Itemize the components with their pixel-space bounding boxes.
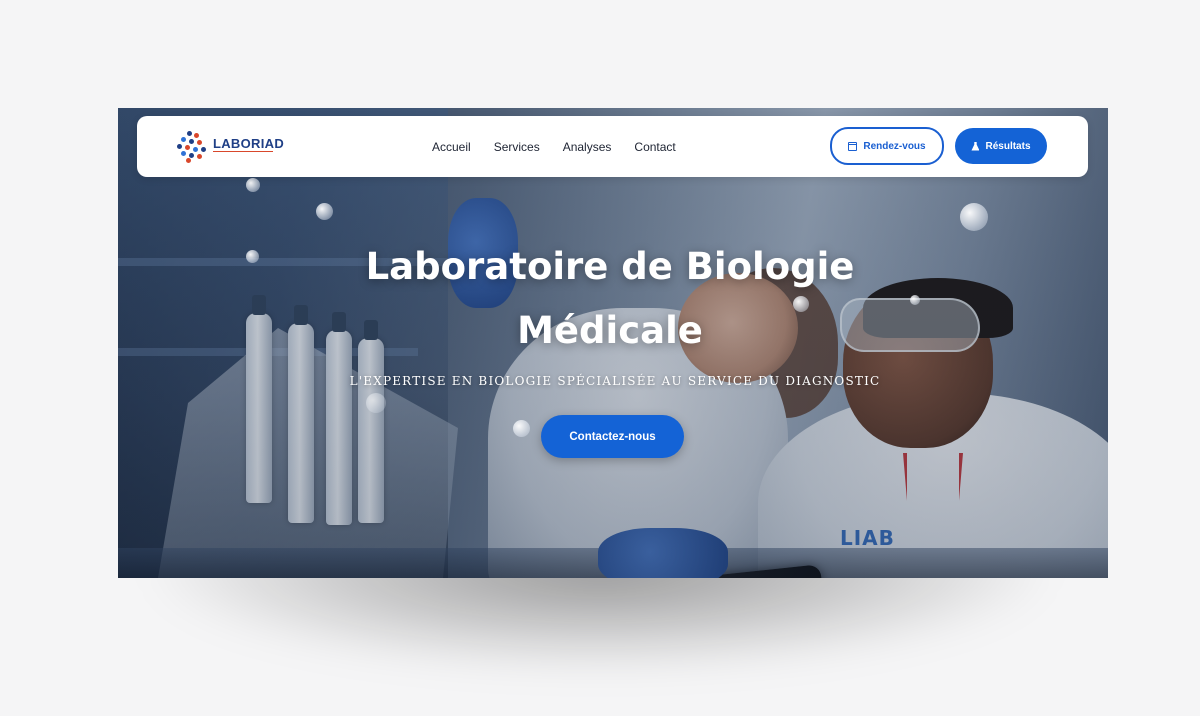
navbar: LABORIAD Accueil Services Analyses Conta…	[137, 116, 1088, 177]
hero-subtitle: L'EXPERTISE EN BIOLOGIE SPÉCIALISÉE AU S…	[349, 374, 881, 388]
hero-title: Laboratoire de Biologie Médicale	[330, 235, 890, 363]
decorative-bubble	[513, 420, 530, 437]
flask-icon	[971, 141, 980, 151]
brand-tagline	[213, 151, 273, 155]
nav-link-services[interactable]: Services	[494, 140, 540, 154]
calendar-icon	[848, 141, 858, 151]
contact-cta-button[interactable]: Contactez-nous	[541, 415, 684, 458]
decorative-bubble	[246, 178, 260, 192]
decorative-bubble	[960, 203, 988, 231]
brand-logo[interactable]: LABORIAD	[177, 130, 285, 163]
results-button[interactable]: Résultats	[955, 128, 1047, 164]
appointment-button-label: Rendez-vous	[863, 140, 926, 152]
molecule-logo-icon	[177, 130, 211, 163]
hero-title-line2: Médicale	[517, 309, 703, 352]
coat-logo: LIAB	[840, 526, 895, 550]
main-nav: Accueil Services Analyses Contact	[432, 116, 676, 177]
hero-title-line1: Laboratoire de Biologie	[365, 245, 855, 288]
results-button-label: Résultats	[985, 140, 1031, 152]
decorative-bubble	[316, 203, 333, 220]
brand-name: LABORIAD	[213, 136, 285, 151]
nav-link-analyses[interactable]: Analyses	[563, 140, 612, 154]
decorative-bubble	[366, 393, 386, 413]
decorative-bubble	[246, 250, 259, 263]
decorative-bubble	[910, 295, 920, 305]
nav-link-accueil[interactable]: Accueil	[432, 140, 471, 154]
appointment-button[interactable]: Rendez-vous	[830, 127, 944, 165]
nav-link-contact[interactable]: Contact	[634, 140, 675, 154]
